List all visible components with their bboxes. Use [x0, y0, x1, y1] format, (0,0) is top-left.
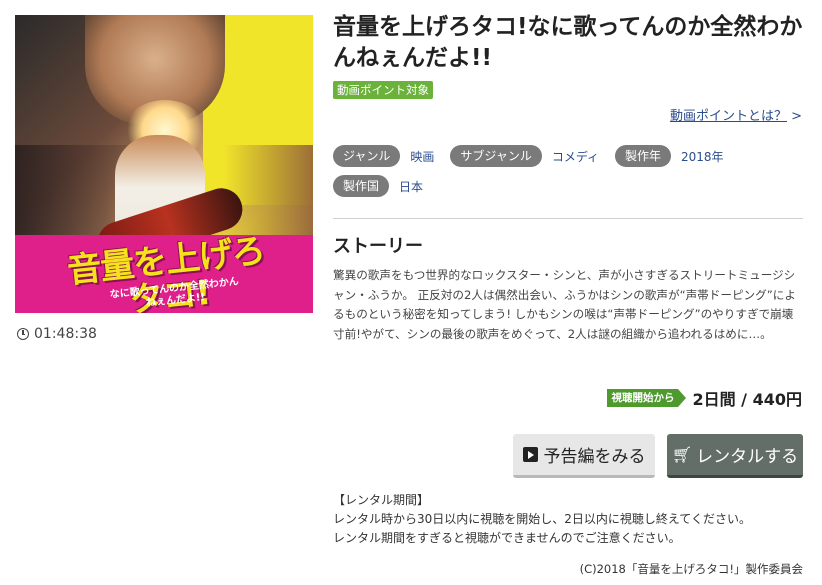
duration-text: 01:48:38: [34, 326, 97, 342]
copyright: (C)2018「音量を上げろタコ!」製作委員会: [579, 562, 803, 576]
rental-price: 2日間 / 440円: [692, 390, 802, 409]
genre-label: ジャンル: [333, 145, 401, 167]
point-eligible-badge: 動画ポイント対象: [333, 81, 433, 99]
cart-icon: 🛒︎: [671, 445, 693, 464]
price-row: 視聴開始から 2日間 / 440円: [607, 386, 802, 410]
story-heading: ストーリー: [333, 236, 423, 257]
divider: [333, 218, 803, 219]
rental-notes-line: レンタル期間をすぎると視聴ができませんのでご注意ください。: [333, 531, 681, 545]
year-link[interactable]: 2018年: [681, 148, 724, 165]
point-info-link-text: 動画ポイントとは？: [669, 109, 787, 124]
meta-row: ジャンル 映画 サブジャンル コメディ 製作年 2018年: [333, 145, 803, 167]
trailer-button-label: 予告編をみる: [543, 447, 646, 467]
rental-notes: 【レンタル期間】 レンタル時から30日以内に視聴を開始し、2日以内に視聴し終えて…: [333, 491, 751, 548]
rental-notes-heading: 【レンタル期間】: [333, 493, 430, 507]
rental-button[interactable]: 🛒︎ レンタルする: [667, 434, 803, 478]
meta-row: 製作国 日本: [333, 175, 803, 197]
chevron-right-icon: >: [791, 109, 802, 124]
country-label: 製作国: [333, 175, 390, 197]
subgenre-link[interactable]: コメディ: [552, 148, 599, 165]
view-start-badge: 視聴開始から: [607, 389, 687, 407]
point-info-link[interactable]: 動画ポイントとは？ >: [670, 105, 802, 124]
country-link[interactable]: 日本: [399, 178, 423, 195]
year-label: 製作年: [615, 145, 672, 167]
page-title: 音量を上げろタコ!なに歌ってんのか全然わかんねぇんだよ!!: [333, 14, 803, 71]
genre-link[interactable]: 映画: [410, 148, 434, 165]
duration: 01:48:38: [17, 326, 97, 342]
rental-button-label: レンタルする: [696, 447, 799, 467]
rental-notes-line: レンタル時から30日以内に視聴を開始し、2日以内に視聴し終えてください。: [333, 512, 751, 526]
meta-info: ジャンル 映画 サブジャンル コメディ 製作年 2018年 製作国 日本: [333, 145, 803, 205]
story-text: 驚異の歌声をもつ世界的なロックスター・シンと、声が小さすぎるストリートミュージシ…: [333, 268, 796, 341]
play-icon: [522, 447, 538, 462]
movie-poster[interactable]: 音量を上げろタコ! なに歌ってんのか全然わかんねぇんだよ!!: [15, 15, 313, 313]
trailer-button[interactable]: 予告編をみる: [513, 434, 655, 478]
clock-icon: [17, 328, 29, 340]
subgenre-label: サブジャンル: [450, 145, 542, 167]
